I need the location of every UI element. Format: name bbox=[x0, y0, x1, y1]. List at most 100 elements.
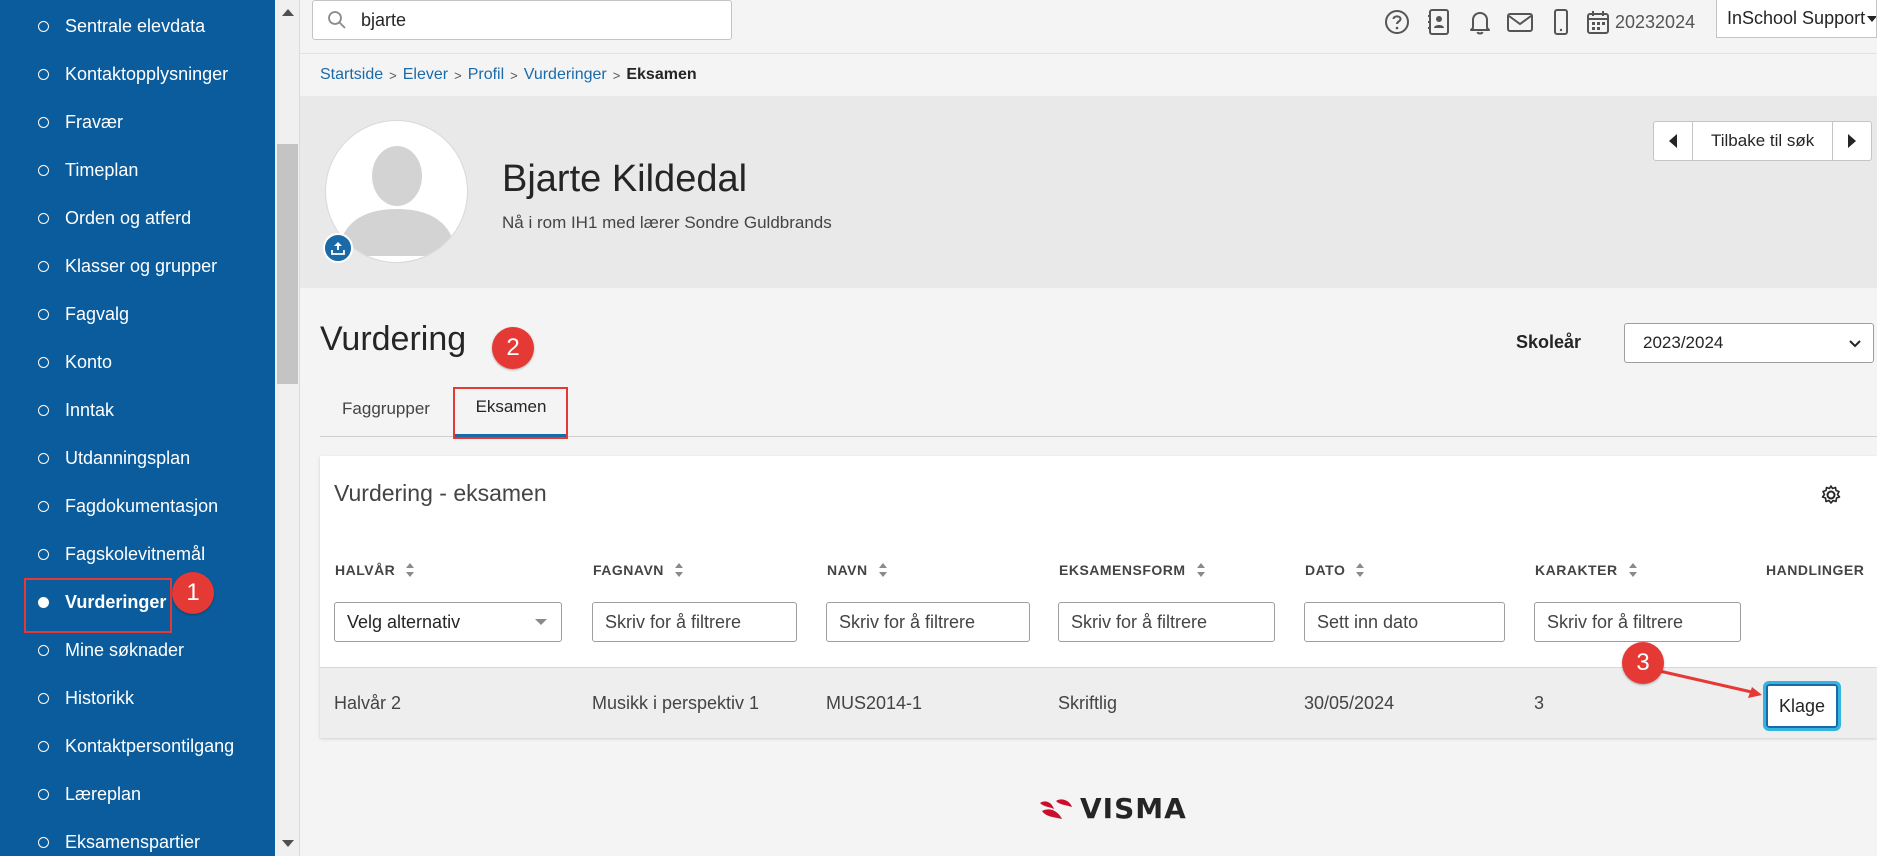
cell-karakter: 3 bbox=[1534, 693, 1545, 713]
sidebar-item-label: Klasser og grupper bbox=[65, 255, 218, 276]
visma-logo-text: VISMA bbox=[1080, 792, 1187, 825]
contacts-icon[interactable] bbox=[1424, 7, 1454, 37]
circle-icon bbox=[38, 308, 49, 320]
circle-icon bbox=[38, 548, 49, 560]
column-header-fagnavn[interactable]: FAGNAVN bbox=[593, 560, 684, 580]
tab-faggrupper[interactable]: Faggrupper bbox=[320, 380, 452, 437]
school-year-label[interactable]: 20232024 bbox=[1615, 7, 1695, 37]
sidebar-item-label: Kontaktpersontilgang bbox=[65, 735, 235, 756]
sidebar-item-fravaer[interactable]: Fravær bbox=[0, 98, 275, 146]
karakter-filter-input[interactable] bbox=[1534, 602, 1741, 642]
scroll-up-arrow-icon[interactable] bbox=[275, 0, 300, 25]
cell-halvar: Halvår 2 bbox=[334, 693, 402, 713]
breadcrumb-startside[interactable]: Startside bbox=[320, 66, 383, 84]
column-header-halvar[interactable]: HALVÅR bbox=[335, 560, 415, 580]
schoolyear-label: Skoleår bbox=[1516, 332, 1582, 352]
previous-student-button[interactable] bbox=[1654, 122, 1692, 160]
scroll-down-arrow-icon[interactable] bbox=[275, 831, 300, 856]
sidebar-item-label: Fagvalg bbox=[65, 303, 130, 324]
column-header-dato[interactable]: DATO bbox=[1305, 560, 1365, 580]
sidebar-item-sentrale-elevdata[interactable]: Sentrale elevdata bbox=[0, 2, 275, 50]
dato-filter-input[interactable] bbox=[1304, 602, 1505, 642]
sidebar-item-label: Orden og atferd bbox=[65, 207, 192, 228]
sidebar-item-orden-og-atferd[interactable]: Orden og atferd bbox=[0, 194, 275, 242]
schoolyear-value: 2023/2024 bbox=[1643, 333, 1724, 352]
sidebar-item-label: Kontaktopplysninger bbox=[65, 63, 229, 84]
student-location: Nå i rom IH1 med lærer Sondre Guldbrands bbox=[502, 213, 832, 232]
next-student-button[interactable] bbox=[1833, 122, 1871, 160]
cell-dato: 30/05/2024 bbox=[1304, 693, 1395, 713]
upload-icon bbox=[331, 242, 345, 255]
sidebar-item-label: Timeplan bbox=[65, 159, 139, 180]
circle-icon bbox=[38, 20, 49, 32]
profile-header: Bjarte Kildedal Nå i rom IH1 med lærer S… bbox=[300, 96, 1877, 288]
breadcrumb: Startside > Elever > Profil > Vurderinge… bbox=[320, 64, 697, 86]
caret-left-icon bbox=[1669, 134, 1677, 148]
column-header-eksamensform[interactable]: EKSAMENSFORM bbox=[1059, 560, 1206, 580]
column-header-navn[interactable]: NAVN bbox=[827, 560, 888, 580]
sidebar-item-laereplan[interactable]: Læreplan bbox=[0, 770, 275, 818]
annotation-highlight-2 bbox=[453, 387, 568, 439]
sidebar-item-klasser-og-grupper[interactable]: Klasser og grupper bbox=[0, 242, 275, 290]
search-navigation: Tilbake til søk bbox=[1653, 121, 1873, 161]
page-title: Vurdering bbox=[320, 320, 467, 358]
help-icon[interactable] bbox=[1382, 7, 1412, 37]
sidebar-item-eksamenspartier[interactable]: Eksamenspartier bbox=[0, 818, 275, 856]
bell-icon[interactable] bbox=[1465, 7, 1495, 37]
annotation-badge-3: 3 bbox=[1622, 642, 1664, 684]
circle-icon bbox=[38, 740, 49, 752]
breadcrumb-vurderinger[interactable]: Vurderinger bbox=[524, 66, 607, 84]
user-menu-button[interactable]: InSchool Support bbox=[1716, 0, 1877, 38]
gear-icon[interactable] bbox=[1820, 484, 1842, 506]
sidebar-item-fagvalg[interactable]: Fagvalg bbox=[0, 290, 275, 338]
search-input[interactable] bbox=[361, 9, 701, 31]
sidebar-item-label: Fagskolevitnemål bbox=[65, 543, 206, 564]
circle-icon bbox=[38, 116, 49, 128]
mobile-icon[interactable] bbox=[1546, 7, 1576, 37]
sidebar-item-timeplan[interactable]: Timeplan bbox=[0, 146, 275, 194]
sidebar-item-fagdokumentasjon[interactable]: Fagdokumentasjon bbox=[0, 482, 275, 530]
sidebar-item-historikk[interactable]: Historikk bbox=[0, 674, 275, 722]
breadcrumb-elever[interactable]: Elever bbox=[403, 66, 448, 84]
chevron-right-icon: > bbox=[612, 67, 621, 83]
sidebar-item-label: Eksamenspartier bbox=[65, 831, 201, 852]
klage-button[interactable]: Klage bbox=[1763, 681, 1841, 731]
sidebar-scrollbar[interactable] bbox=[275, 0, 300, 856]
upload-photo-button[interactable] bbox=[323, 233, 353, 263]
sidebar-item-kontaktpersontilgang[interactable]: Kontaktpersontilgang bbox=[0, 722, 275, 770]
sort-icon bbox=[1628, 563, 1637, 577]
halvar-filter-select[interactable]: Velg alternativ bbox=[334, 602, 562, 642]
circle-icon bbox=[38, 260, 49, 272]
sort-icon bbox=[1196, 563, 1205, 577]
navn-filter-input[interactable] bbox=[826, 602, 1030, 642]
annotation-badge-2: 2 bbox=[492, 327, 534, 369]
visma-logo-mark bbox=[1040, 798, 1072, 819]
back-to-search-button[interactable]: Tilbake til søk bbox=[1692, 122, 1834, 160]
top-bar: 20232024 InSchool Support bbox=[300, 0, 1877, 54]
calendar-icon[interactable] bbox=[1583, 7, 1613, 37]
sidebar-item-kontaktopplysninger[interactable]: Kontaktopplysninger bbox=[0, 50, 275, 98]
sort-icon bbox=[674, 563, 683, 577]
sidebar-item-fagskolevitnemal[interactable]: Fagskolevitnemål bbox=[0, 530, 275, 578]
fagnavn-filter-input[interactable] bbox=[592, 602, 797, 642]
sidebar-item-label: Sentrale elevdata bbox=[65, 15, 206, 36]
eksamensform-filter-input[interactable] bbox=[1058, 602, 1275, 642]
search-box[interactable] bbox=[312, 0, 732, 40]
breadcrumb-profil[interactable]: Profil bbox=[468, 66, 504, 84]
circle-icon bbox=[38, 404, 49, 416]
sidebar-item-mine-soknader[interactable]: Mine søknader bbox=[0, 626, 275, 674]
schoolyear-select[interactable]: 2023/2024 bbox=[1624, 323, 1874, 363]
circle-icon bbox=[38, 500, 49, 512]
sidebar-item-label: Fravær bbox=[65, 111, 123, 132]
sidebar-item-inntak[interactable]: Inntak bbox=[0, 386, 275, 434]
column-header-karakter[interactable]: KARAKTER bbox=[1535, 560, 1638, 580]
caret-down-icon bbox=[1867, 15, 1876, 22]
scroll-thumb[interactable] bbox=[277, 144, 298, 384]
sort-icon bbox=[878, 563, 887, 577]
card-title: Vurdering - eksamen bbox=[334, 480, 547, 506]
circle-icon bbox=[38, 836, 49, 848]
sidebar-item-konto[interactable]: Konto bbox=[0, 338, 275, 386]
sidebar-item-utdanningsplan[interactable]: Utdanningsplan bbox=[0, 434, 275, 482]
sidebar-item-label: Konto bbox=[65, 351, 113, 372]
mail-icon[interactable] bbox=[1505, 7, 1535, 37]
